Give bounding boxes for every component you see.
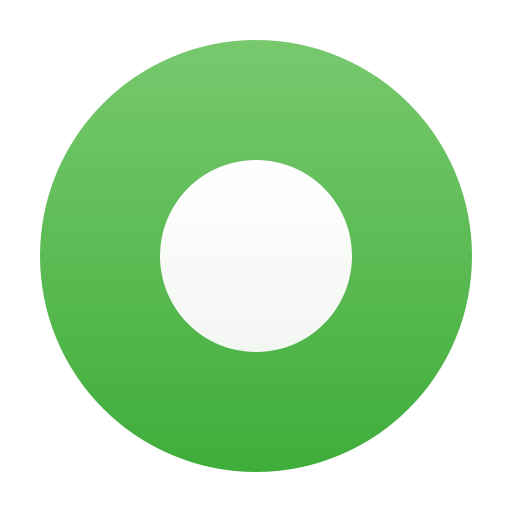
app-icon-canvas xyxy=(0,0,512,512)
record-button-center xyxy=(160,160,352,352)
